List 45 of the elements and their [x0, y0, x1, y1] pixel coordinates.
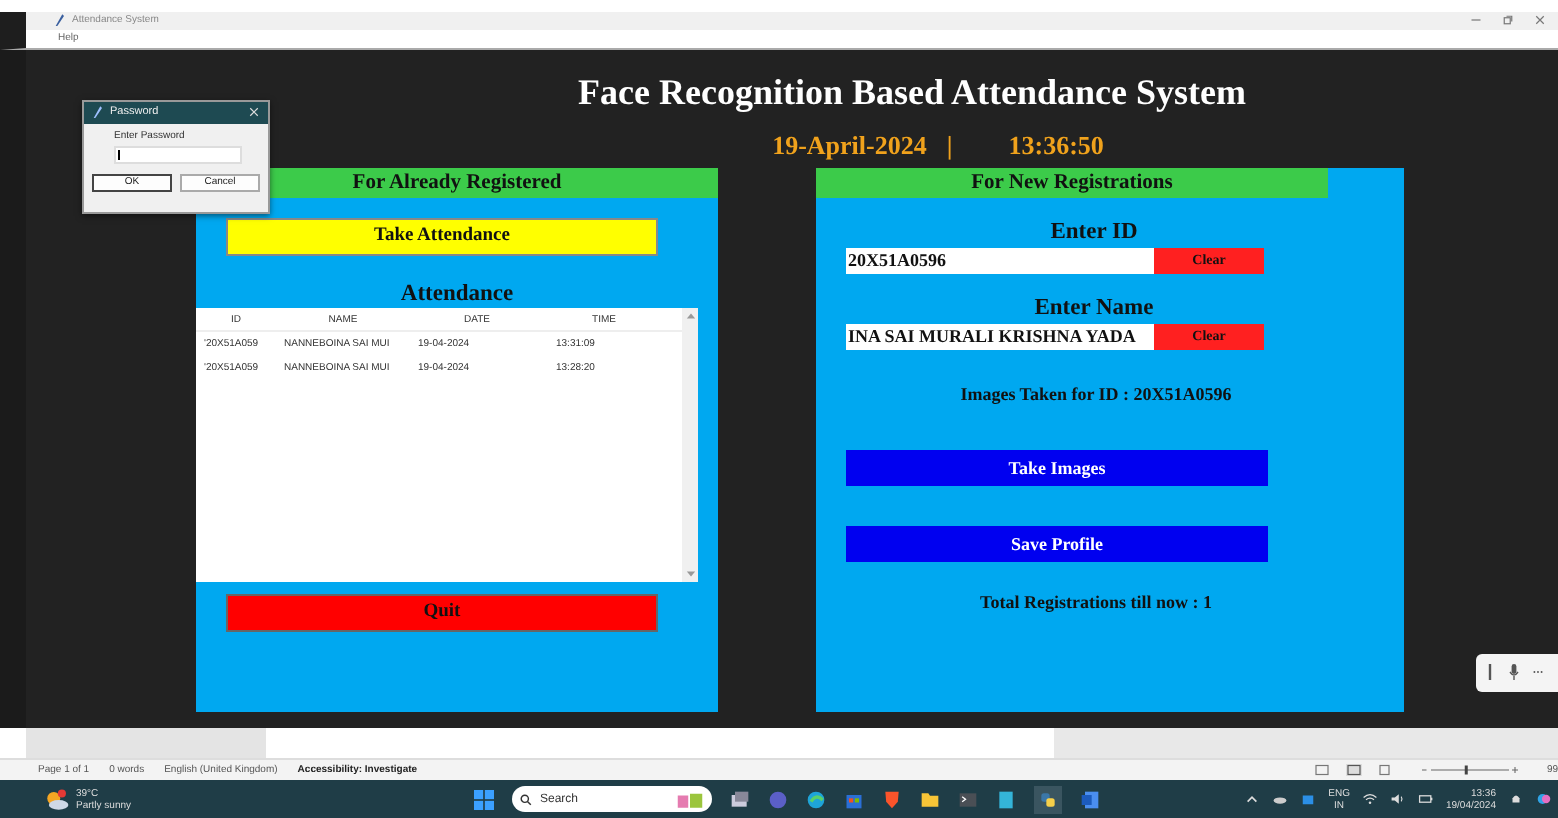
close-icon[interactable] — [1534, 14, 1546, 27]
quit-button[interactable]: Quit — [226, 593, 658, 632]
feather-icon — [92, 105, 102, 120]
separator-text: | — [946, 129, 953, 162]
document-icon[interactable] — [1080, 789, 1100, 810]
bag-icon[interactable] — [844, 789, 864, 810]
cloud-icon[interactable] — [1272, 792, 1289, 807]
speaker-icon[interactable] — [1389, 792, 1406, 807]
app-title: Face Recognition Based Attendance System — [578, 71, 1246, 114]
feather-icon — [54, 13, 64, 28]
windows-icon[interactable] — [474, 789, 494, 810]
app-tray-icon[interactable] — [1300, 792, 1317, 807]
battery-icon[interactable] — [1417, 792, 1434, 807]
clock-text: 13:36:50 — [1008, 129, 1104, 162]
microphone-icon[interactable] — [1508, 662, 1520, 683]
total-text: Total Registrations till now : 1 — [978, 591, 1214, 612]
input-field[interactable]: INA SAI MURALI KRISHNA YADA — [846, 323, 1154, 350]
date-text: 19-April-2024 — [772, 129, 927, 162]
take-attendance-button[interactable]: Take Attendance — [226, 217, 658, 256]
panel-heading: For New Registrations — [816, 167, 1328, 198]
cursor-icon[interactable] — [1484, 662, 1496, 683]
field-label: Enter Name — [1032, 295, 1156, 320]
terminal-icon[interactable] — [958, 789, 978, 810]
shield-icon[interactable] — [882, 789, 902, 810]
search-icon — [520, 793, 532, 806]
action-button[interactable]: Take Images — [846, 449, 1268, 486]
web-layout-icon[interactable] — [1378, 764, 1395, 777]
task-view-icon[interactable] — [730, 789, 750, 810]
restore-icon[interactable] — [1502, 14, 1514, 27]
wifi-icon[interactable] — [1361, 792, 1378, 807]
caret-up-icon[interactable] — [1244, 792, 1261, 807]
password-field[interactable] — [114, 145, 242, 164]
print-layout-icon[interactable] — [1346, 764, 1363, 777]
attendance-title: Attendance — [398, 281, 516, 306]
action-button[interactable]: Save Profile — [846, 525, 1268, 562]
notebook-icon[interactable] — [996, 789, 1016, 810]
folder-icon[interactable] — [920, 789, 940, 810]
globe-icon[interactable] — [806, 789, 826, 810]
layout-icon[interactable] — [1314, 764, 1331, 777]
copilot-icon[interactable] — [1536, 792, 1552, 807]
field-label: Enter ID — [1048, 219, 1140, 244]
status-text: Images Taken for ID : 20X51A0596 — [958, 383, 1234, 404]
gift-icon — [676, 790, 704, 809]
input-field[interactable]: 20X51A0596 — [846, 247, 1154, 274]
weather-icon[interactable] — [44, 787, 70, 812]
